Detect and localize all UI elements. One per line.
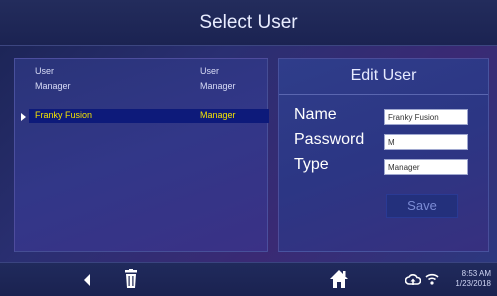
trash-icon[interactable]	[124, 269, 138, 289]
bottom-bar: 8:53 AM 1/23/2018	[0, 262, 497, 296]
cloud-upload-icon	[405, 274, 421, 285]
list-item-type: Manager	[200, 81, 236, 91]
list-item-name: Manager	[35, 81, 71, 91]
back-arrow-icon[interactable]	[82, 273, 92, 287]
password-field[interactable]: M	[384, 134, 468, 150]
screen: Select User User User Manager Manager Fr…	[0, 0, 497, 296]
name-label: Name	[294, 106, 337, 123]
list-item[interactable]: Manager Manager	[15, 80, 267, 94]
type-field[interactable]: Manager	[384, 159, 468, 175]
selection-arrow-icon	[21, 113, 26, 121]
user-list[interactable]: User User Manager Manager Franky Fusion …	[14, 58, 269, 252]
edit-panel-title: Edit User	[350, 67, 417, 84]
save-button[interactable]: Save	[386, 194, 458, 218]
title-bar: Select User	[0, 0, 497, 46]
name-field[interactable]: Franky Fusion	[384, 109, 468, 125]
list-item-type: Manager	[200, 110, 236, 120]
header-type-column: User	[200, 66, 220, 76]
header-user-column: User	[35, 66, 55, 76]
page-title: Select User	[199, 11, 298, 33]
password-label: Password	[294, 131, 365, 148]
clock-date: 1/23/2018	[455, 279, 491, 288]
clock: 8:53 AM 1/23/2018	[455, 269, 491, 289]
edit-user-panel: Edit User Name Franky Fusion Password M …	[278, 58, 489, 252]
home-icon[interactable]	[329, 269, 349, 289]
type-label: Type	[294, 156, 329, 173]
list-item-selected[interactable]: Franky Fusion Manager	[29, 109, 269, 123]
list-item-name: Franky Fusion	[35, 110, 93, 120]
divider	[279, 94, 488, 95]
clock-time: 8:53 AM	[461, 269, 491, 278]
wifi-icon	[425, 273, 439, 285]
list-header: User User	[15, 65, 267, 79]
